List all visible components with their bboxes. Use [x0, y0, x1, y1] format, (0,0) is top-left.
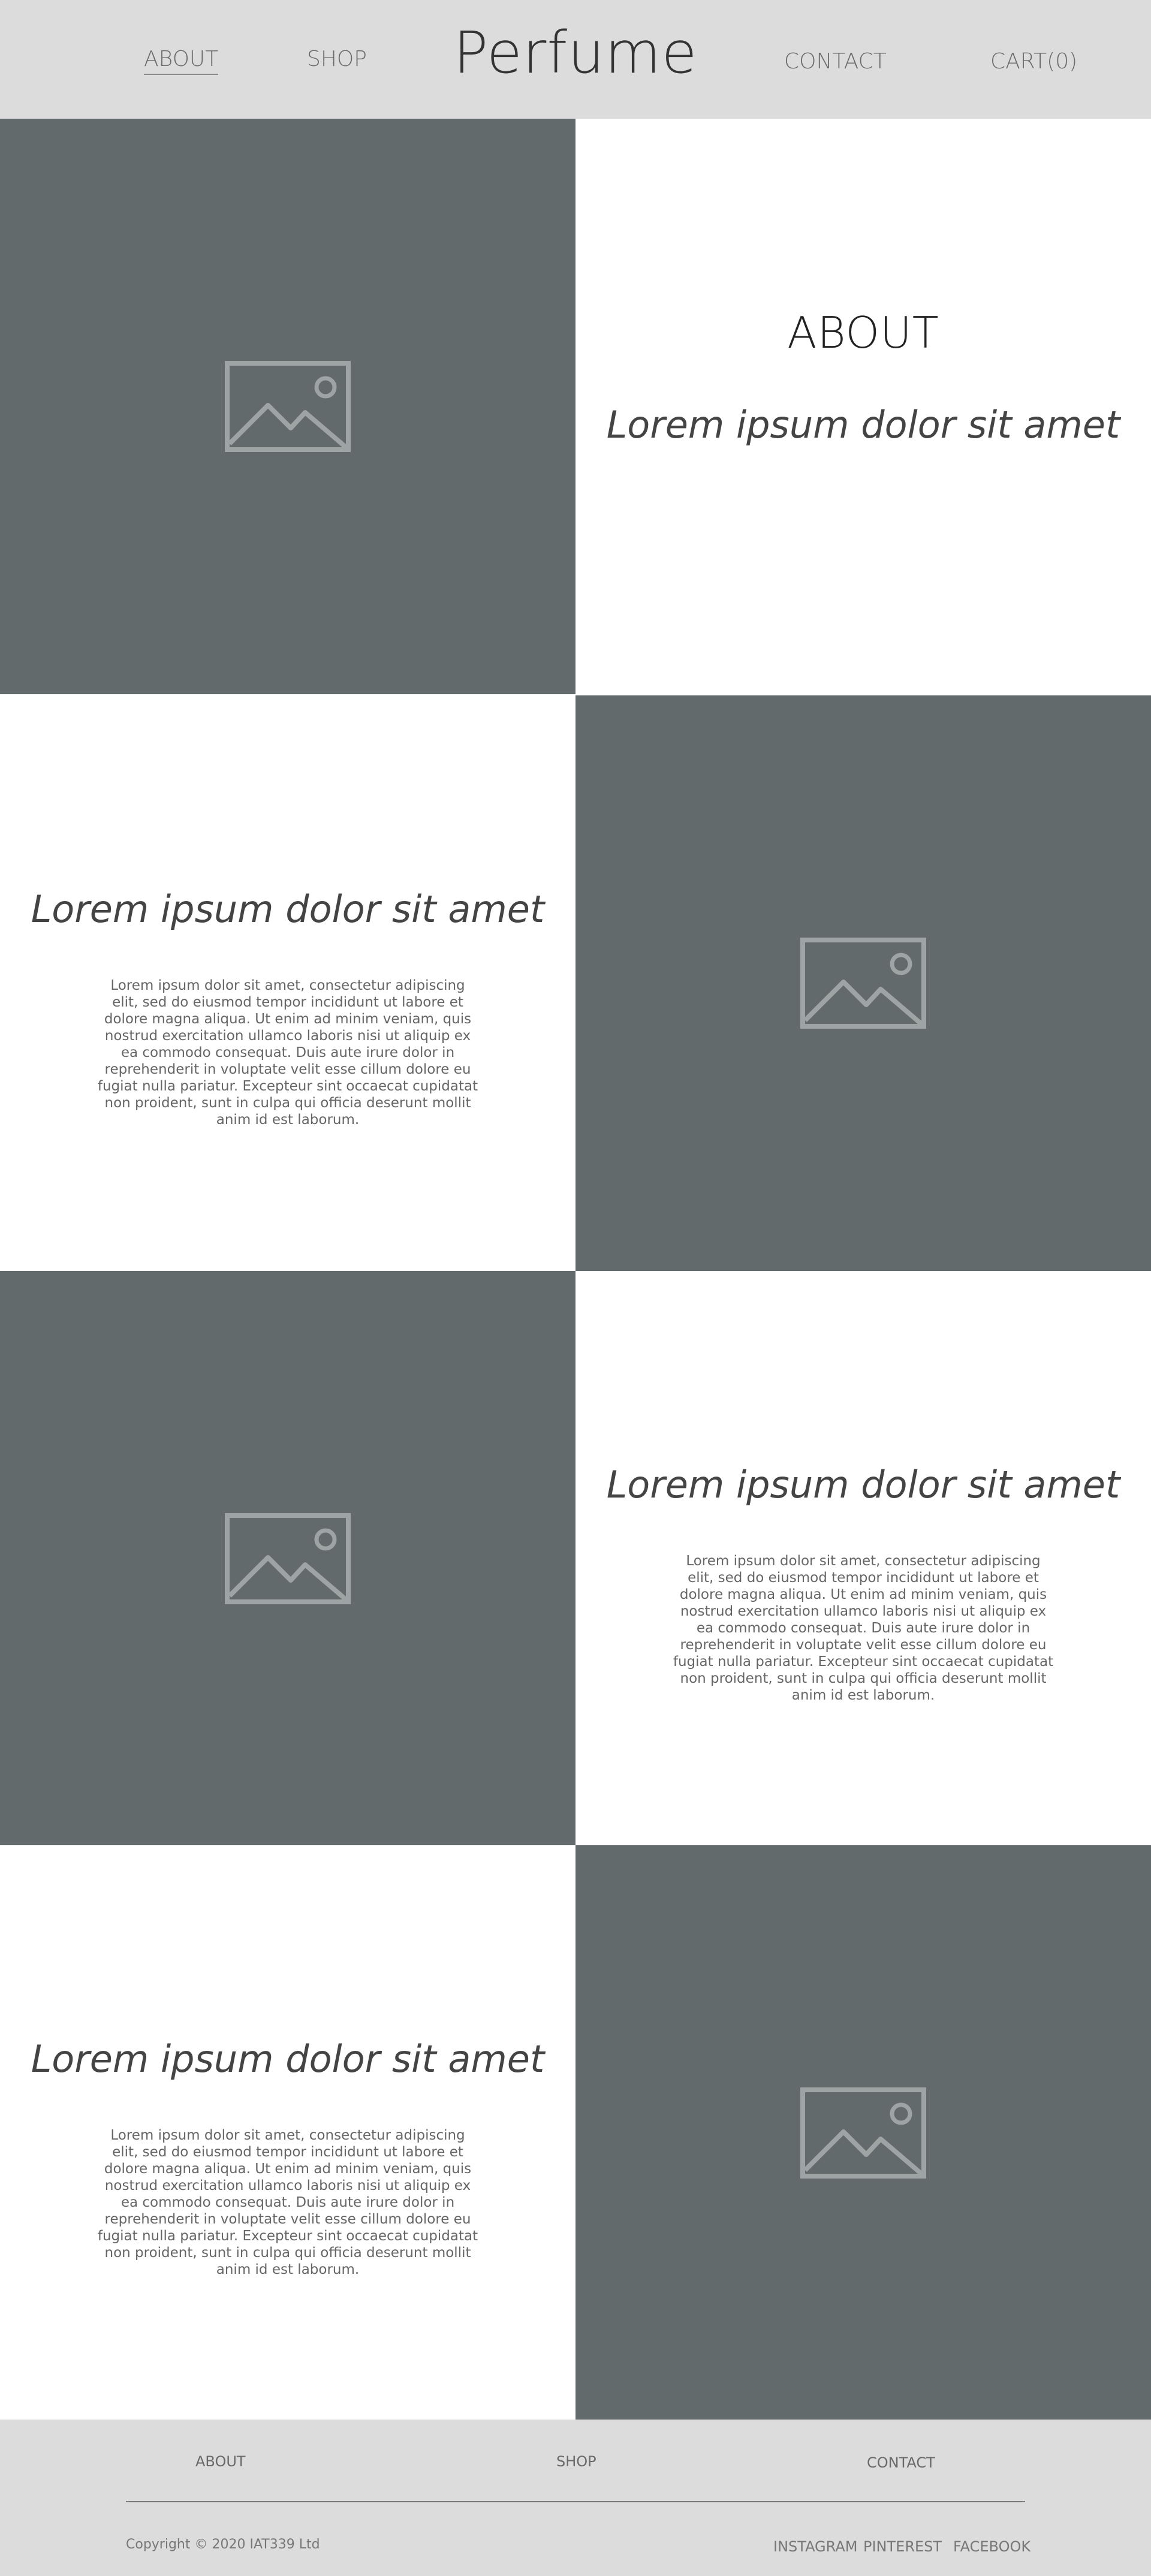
instagram-link[interactable]: INSTAGRAM	[773, 2538, 857, 2555]
content-section: Lorem ipsum dolor sit amet Lorem ipsum d…	[0, 1845, 576, 2421]
footer-contact-link[interactable]: CONTACT	[867, 2454, 935, 2471]
image-placeholder-icon	[800, 938, 926, 1029]
footer-divider	[126, 2501, 1025, 2502]
footer-shop-link[interactable]: SHOP	[556, 2453, 596, 2470]
section-title: Lorem ipsum dolor sit amet	[606, 1463, 1120, 1507]
image-placeholder-icon	[225, 361, 351, 452]
section-body: Lorem ipsum dolor sit amet, consectetur …	[97, 978, 478, 1128]
image-placeholder	[576, 695, 1151, 1271]
image-placeholder	[0, 119, 576, 694]
image-placeholder-icon	[225, 1513, 351, 1604]
nav-contact-link[interactable]: CONTACT	[784, 49, 887, 74]
footer-about-link[interactable]: ABOUT	[195, 2453, 246, 2470]
brand-logo[interactable]: Perfume	[0, 24, 1151, 82]
pinterest-link[interactable]: PINTEREST	[863, 2538, 942, 2555]
site-header: ABOUT SHOP Perfume CONTACT CART(0)	[0, 0, 1151, 119]
section-body: Lorem ipsum dolor sit amet, consectetur …	[673, 1553, 1054, 1703]
content-section: Lorem ipsum dolor sit amet Lorem ipsum d…	[0, 695, 576, 1271]
content-section: Lorem ipsum dolor sit amet Lorem ipsum d…	[576, 1271, 1151, 1846]
facebook-link[interactable]: FACEBOOK	[953, 2538, 1031, 2555]
section-body: Lorem ipsum dolor sit amet, consectetur …	[97, 2128, 478, 2277]
copyright-text: Copyright © 2020 IAT339 Ltd	[126, 2537, 320, 2552]
site-footer: ABOUT SHOP CONTACT Copyright © 2020 IAT3…	[0, 2420, 1151, 2576]
nav-cart-link[interactable]: CART(0)	[990, 49, 1077, 74]
image-placeholder	[0, 1271, 576, 1846]
about-section: ABOUT Lorem ipsum dolor sit amet	[576, 119, 1151, 694]
section-title: Lorem ipsum dolor sit amet	[31, 887, 545, 931]
image-placeholder	[576, 1845, 1151, 2421]
section-title: Lorem ipsum dolor sit amet	[31, 2037, 545, 2081]
image-placeholder-icon	[800, 2087, 926, 2179]
about-heading: ABOUT	[787, 308, 939, 358]
about-tagline: Lorem ipsum dolor sit amet	[606, 403, 1120, 447]
